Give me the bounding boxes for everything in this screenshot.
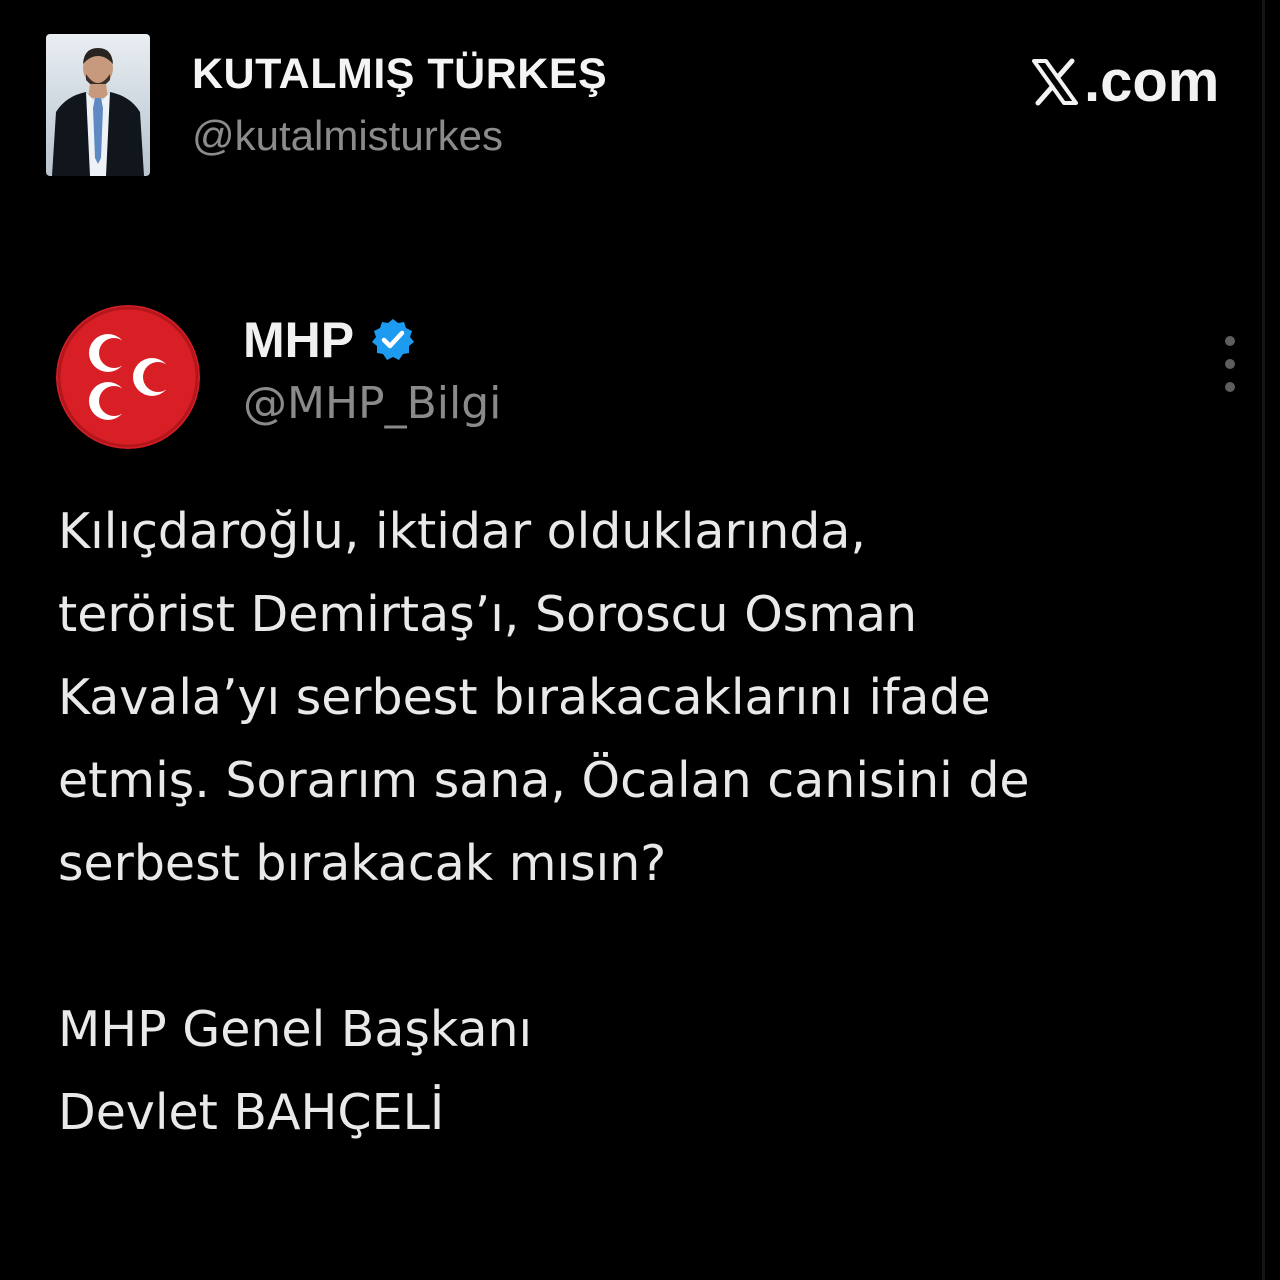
- poster-handle[interactable]: @kutalmisturkes: [192, 112, 503, 160]
- poster-name[interactable]: KUTALMIŞ TÜRKEŞ: [192, 50, 607, 99]
- more-options-icon[interactable]: [1214, 336, 1246, 392]
- tweet-author-name[interactable]: MHP: [243, 311, 354, 369]
- tweet-text-line: etmiş. Sorarım sana, Öcalan canisini de: [58, 752, 1030, 809]
- mhp-logo-avatar[interactable]: [56, 305, 200, 449]
- tweet-text-line: Kavala’yı serbest bırakacaklarını ifade: [58, 669, 991, 726]
- screen-edge: [1262, 0, 1265, 1280]
- brand-text: .com: [1084, 49, 1220, 114]
- tweet-text: Kılıçdaroğlu, iktidar olduklarında, terö…: [58, 490, 1238, 1154]
- screenshot-header: KUTALMIŞ TÜRKEŞ @kutalmisturkes .com: [0, 0, 1280, 190]
- x-brand: .com: [1030, 48, 1219, 115]
- mhp-crescents-icon: [56, 305, 200, 449]
- x-logo-icon: [1032, 58, 1078, 105]
- tweet-text-line: serbest bırakacak mısın?: [58, 835, 667, 892]
- tweet-signature-line: Devlet BAHÇELİ: [58, 1084, 445, 1141]
- tweet-text-line: terörist Demirtaş’ı, Soroscu Osman: [58, 586, 918, 643]
- tweet-author-handle[interactable]: @MHP_Bilgi: [243, 378, 501, 429]
- poster-avatar[interactable]: [46, 34, 150, 176]
- tweet-text-line: Kılıçdaroğlu, iktidar olduklarında,: [58, 503, 866, 560]
- verified-badge-icon: [372, 319, 415, 360]
- tweet-author-row: MHP: [243, 312, 416, 368]
- tweet-signature-line: MHP Genel Başkanı: [58, 1001, 533, 1058]
